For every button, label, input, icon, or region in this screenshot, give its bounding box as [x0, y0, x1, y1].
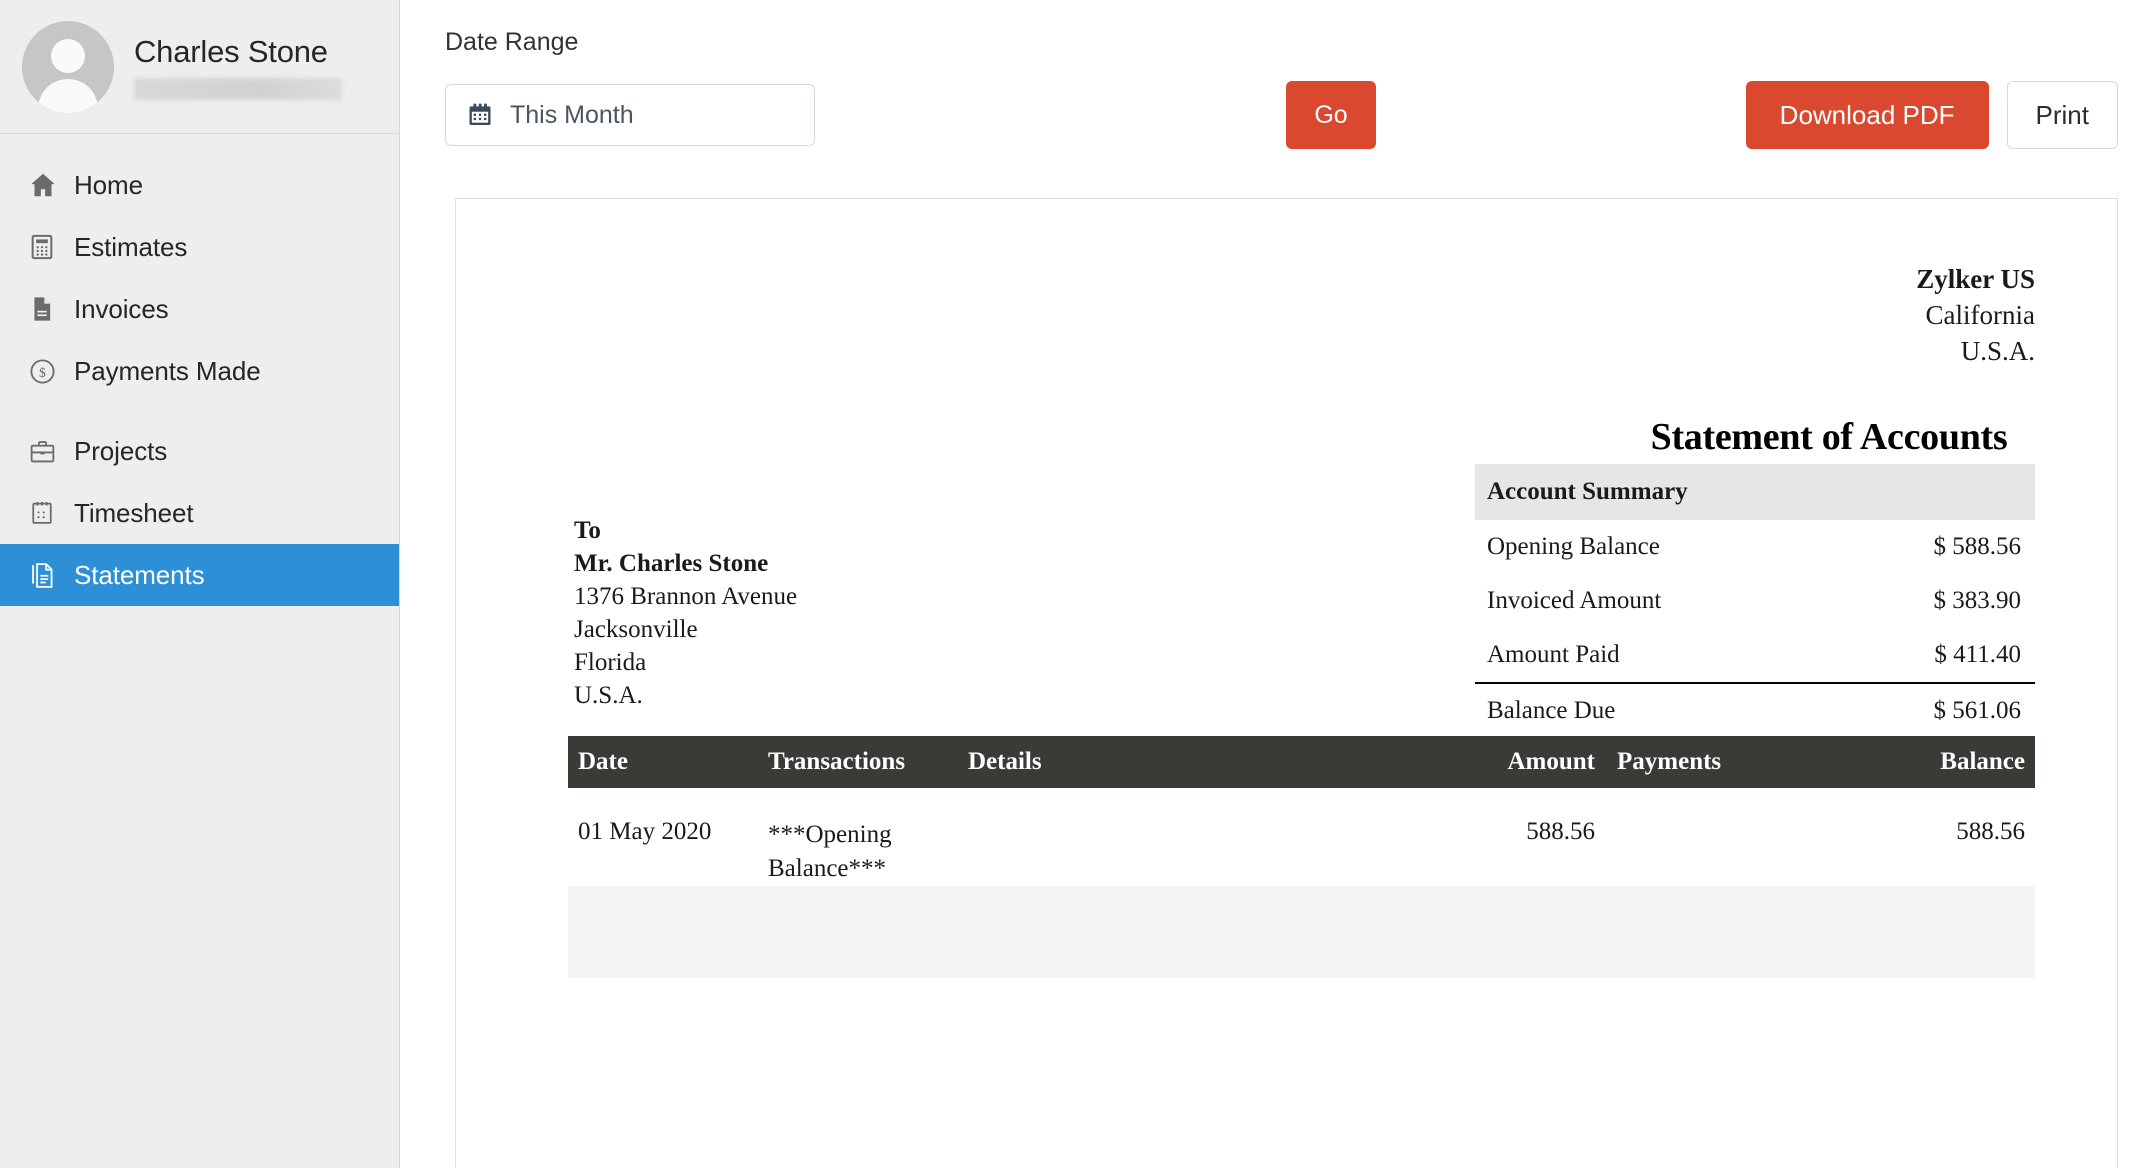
profile-text: Charles Stone — [134, 34, 342, 100]
table-row: 01 May 2020 ***Opening Balance*** 588.56… — [568, 788, 2035, 886]
sidebar-item-label: Timesheet — [74, 497, 194, 528]
table-row — [568, 886, 2035, 978]
transactions-table-header: Date Transactions Details Amount Payment… — [568, 736, 2035, 788]
summary-row-opening-balance: Opening Balance $ 588.56 — [1475, 520, 2035, 574]
date-range-input[interactable]: This Month — [445, 84, 815, 146]
summary-label: Amount Paid — [1487, 641, 1620, 668]
sidebar-item-estimates[interactable]: Estimates — [0, 216, 399, 278]
sidebar-item-label: Invoices — [74, 293, 169, 324]
account-summary: Account Summary Opening Balance $ 588.56… — [1475, 464, 2035, 738]
column-header-transactions: Transactions — [768, 748, 906, 775]
sidebar-item-label: Payments Made — [74, 355, 261, 386]
column-header-amount: Amount — [1507, 748, 1595, 775]
cell-transaction — [768, 916, 968, 978]
cell-date — [568, 916, 768, 978]
date-range-label: Date Range — [445, 28, 579, 56]
calculator-icon — [28, 233, 74, 261]
sidebar-item-projects[interactable]: Projects — [0, 420, 399, 482]
summary-label: Opening Balance — [1487, 533, 1660, 560]
avatar-body — [38, 78, 98, 113]
sidebar-profile[interactable]: Charles Stone — [0, 0, 399, 134]
recipient-address1: 1376 Brannon Avenue — [574, 583, 798, 610]
cell-balance: 588.56 — [1956, 818, 2025, 845]
recipient-country: U.S.A. — [574, 682, 643, 709]
summary-label: Invoiced Amount — [1487, 587, 1662, 614]
sidebar-item-home[interactable]: Home — [0, 154, 399, 216]
date-range-value: This Month — [510, 100, 634, 129]
cell-payments — [1595, 916, 1805, 978]
summary-value: $ 411.40 — [1934, 641, 2021, 668]
company-line2: California — [1925, 300, 2035, 330]
column-header-details: Details — [968, 748, 1042, 775]
column-header-balance: Balance — [1940, 748, 2025, 775]
sidebar-item-label: Estimates — [74, 231, 188, 262]
summary-row-amount-paid: Amount Paid $ 411.40 — [1475, 628, 2035, 682]
toolbar: Date Range This Month Go Download PDF Pr… — [400, 0, 2154, 160]
sidebar: Charles Stone Home Estimates Invoices $ … — [0, 0, 400, 1168]
timesheet-icon — [28, 499, 74, 527]
transactions-table: Date Transactions Details Amount Payment… — [568, 736, 2035, 978]
main-content: Date Range This Month Go Download PDF Pr… — [400, 0, 2154, 1168]
recipient-city: Jacksonville — [574, 616, 698, 643]
cell-amount — [1385, 916, 1595, 978]
profile-email-redacted — [134, 77, 342, 100]
toolbar-actions: Download PDF Print — [1745, 81, 2118, 149]
sidebar-item-timesheet[interactable]: Timesheet — [0, 482, 399, 544]
avatar-head — [51, 38, 85, 73]
cell-transaction: ***Opening Balance*** — [768, 821, 892, 882]
sidebar-item-statements[interactable]: Statements — [0, 544, 399, 606]
statement-icon — [28, 561, 74, 590]
summary-row-invoiced-amount: Invoiced Amount $ 383.90 — [1475, 574, 2035, 628]
statement-document: Zylker US California U.S.A. Statement of… — [455, 198, 2118, 1168]
sidebar-item-invoices[interactable]: Invoices — [0, 278, 399, 340]
briefcase-icon — [28, 437, 74, 466]
app-root: Charles Stone Home Estimates Invoices $ … — [0, 0, 2154, 1168]
go-button[interactable]: Go — [1286, 81, 1376, 149]
company-line3: U.S.A. — [1960, 336, 2035, 366]
sidebar-item-label: Home — [74, 169, 143, 200]
sidebar-item-label: Statements — [74, 559, 205, 590]
cell-balance — [1805, 916, 2035, 978]
recipient-address: To Mr. Charles Stone 1376 Brannon Avenue… — [574, 514, 797, 712]
sidebar-item-label: Projects — [74, 435, 168, 466]
document-icon — [28, 295, 74, 323]
svg-text:$: $ — [39, 365, 46, 380]
column-header-payments: Payments — [1617, 748, 1722, 775]
summary-value: $ 561.06 — [1933, 697, 2022, 724]
recipient-to-label: To — [574, 517, 601, 544]
cell-details — [968, 818, 1385, 886]
sidebar-nav: Home Estimates Invoices $ Payments Made … — [0, 134, 399, 606]
summary-value: $ 383.90 — [1933, 587, 2022, 614]
cell-payments — [1595, 818, 1805, 886]
company-name: Zylker US — [1916, 264, 2035, 294]
statement-title: Statement of Accounts — [1623, 415, 2035, 467]
company-address: Zylker US California U.S.A. — [456, 199, 2117, 369]
avatar — [22, 20, 114, 113]
summary-label: Balance Due — [1487, 697, 1616, 724]
summary-row-balance-due: Balance Due $ 561.06 — [1475, 682, 2035, 738]
dollar-circle-icon: $ — [28, 357, 74, 386]
profile-name: Charles Stone — [134, 33, 328, 69]
calendar-icon — [466, 101, 494, 129]
cell-amount: 588.56 — [1526, 818, 1595, 845]
account-summary-heading: Account Summary — [1475, 464, 2035, 520]
recipient-name: Mr. Charles Stone — [574, 550, 769, 577]
cell-details — [968, 916, 1385, 978]
download-pdf-button[interactable]: Download PDF — [1745, 81, 1989, 149]
statement-body: Zylker US California U.S.A. Statement of… — [456, 199, 2117, 1168]
summary-value: $ 588.56 — [1933, 533, 2022, 560]
home-icon — [28, 170, 74, 200]
recipient-state: Florida — [574, 649, 647, 676]
print-button[interactable]: Print — [2006, 81, 2118, 149]
sidebar-item-payments-made[interactable]: $ Payments Made — [0, 340, 399, 402]
cell-date: 01 May 2020 — [578, 818, 712, 845]
column-header-date: Date — [578, 748, 628, 775]
